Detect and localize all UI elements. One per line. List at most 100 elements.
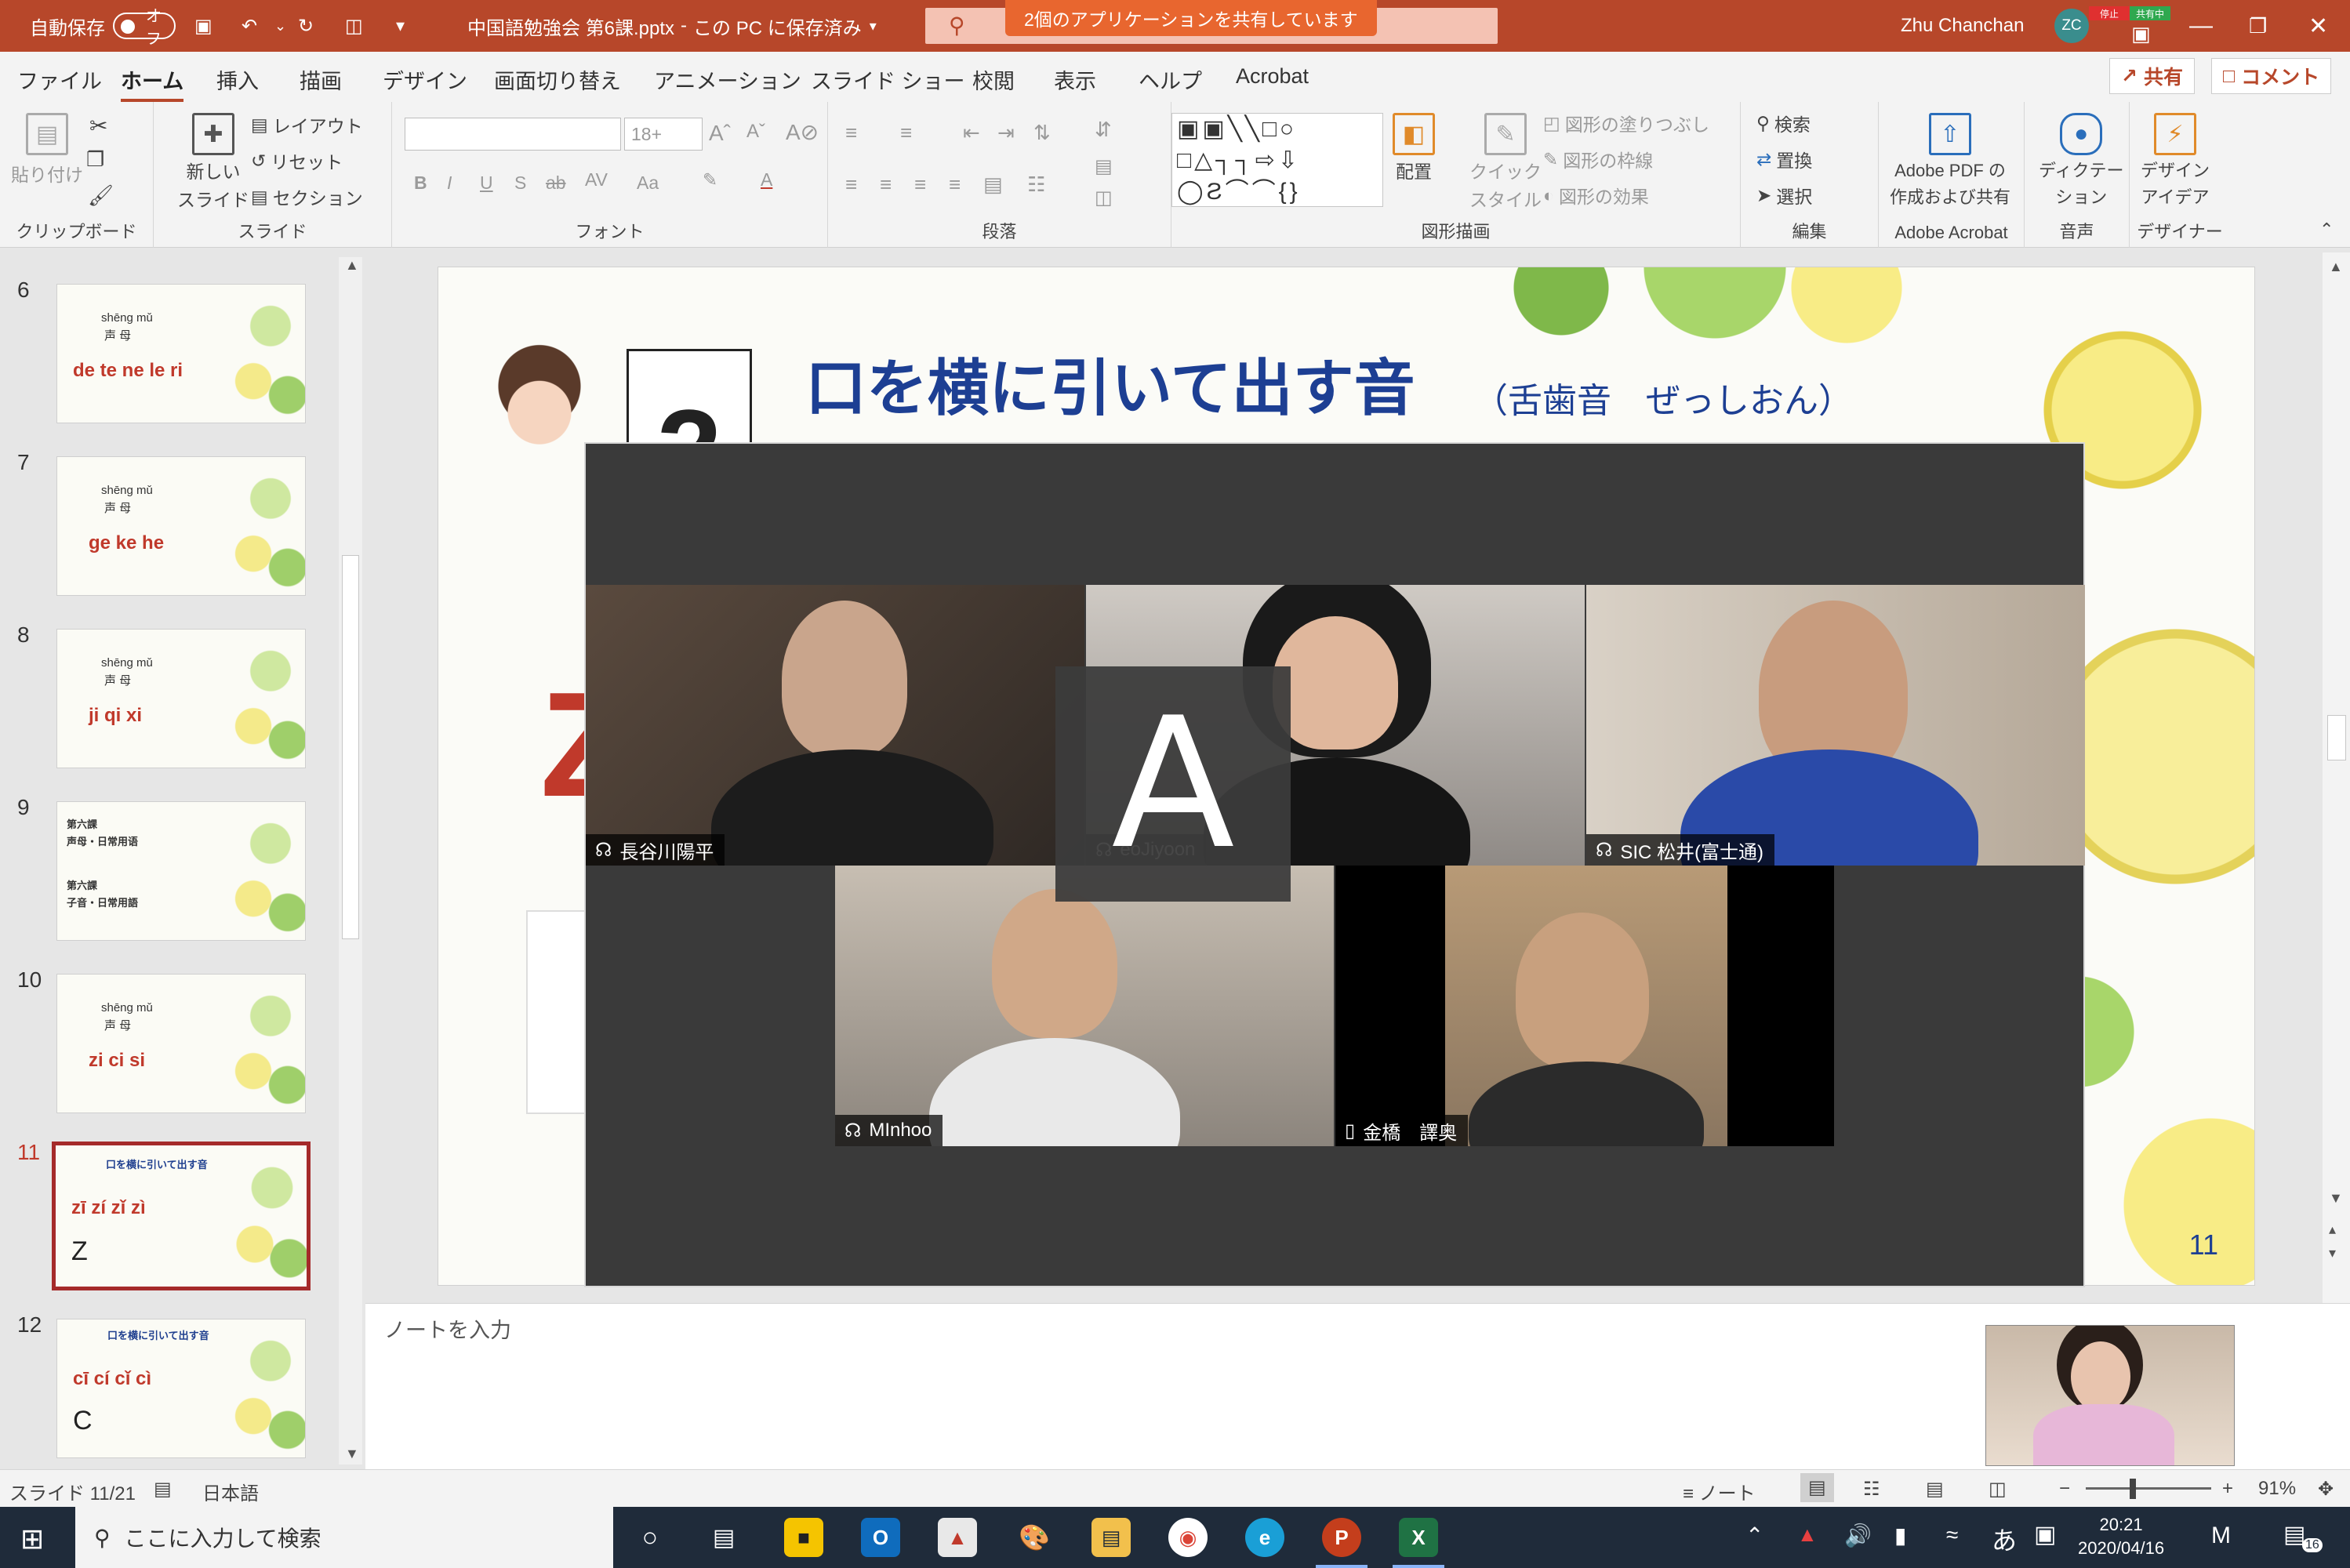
font-size-combo[interactable]: 18+ [624,118,703,151]
redo-icon[interactable]: ↻ [298,0,314,52]
slide-sorter-icon[interactable]: ☷ [1863,1478,1880,1501]
tab-view[interactable]: 表示 [1054,64,1096,95]
scroll-up-icon[interactable]: ▲ [2329,259,2343,275]
font-color-icon[interactable]: A [761,169,772,191]
shape-effects-button[interactable]: ◐ 図形の効果 [1543,182,1649,209]
save-icon[interactable]: ▣ [194,0,212,52]
thumbnail-slide-9[interactable]: 第六課 声母・日常用语 第六課 子音・日常用語 [56,801,306,941]
cut-icon[interactable]: ✂ [89,113,107,139]
ime-pad-icon[interactable]: ▣ [2034,1521,2056,1548]
prev-slide-icon[interactable]: ▴ [2329,1221,2336,1238]
video-tile[interactable]: ▯ 金橋 譯奥 [1335,866,1834,1146]
video-tile[interactable]: ☊ SIC 松井(富士通) [1586,585,2085,866]
design-ideas-button[interactable]: ⚡ デザイン アイデア [2141,113,2210,209]
document-title-area[interactable]: 中国語勉強会 第6課.pptx - この PC に保存済み ▾ [467,0,877,52]
slide-scrollbar[interactable]: ▲ ▼ ▴ ▾ [2323,252,2350,1303]
reading-view-icon[interactable]: ▤ [1926,1478,1944,1501]
minimize-icon[interactable]: — [2189,0,2213,52]
tab-acrobat[interactable]: Acrobat [1236,64,1309,89]
numbering-icon[interactable]: ≡ [900,121,912,145]
autosave-toggle[interactable]: オフ [113,8,176,48]
tab-animations[interactable]: アニメーション [654,64,801,95]
paste-button[interactable]: ▤ 貼り付け [11,113,83,187]
zoom-in-icon[interactable]: + [2222,1478,2233,1500]
undo-icon[interactable]: ↶ [242,0,257,52]
font-grow-icon[interactable]: Aˆ [709,121,731,146]
align-right-icon[interactable]: ≡ [914,172,926,197]
windows-start-icon[interactable]: ⊞ [20,1523,44,1555]
present-icon[interactable]: ◫ [345,0,363,52]
customize-qat-icon[interactable]: ▾ [396,0,405,52]
taskbar-search[interactable]: ⚲ ここに入力して検索 [75,1507,613,1568]
collapse-ribbon-icon[interactable]: ⌃ [2319,220,2334,240]
italic-icon[interactable]: I [447,172,452,194]
scroll-down-icon[interactable]: ▼ [2329,1190,2343,1207]
shape-outline-button[interactable]: ✎ 図形の枠線 [1543,146,1653,172]
clock[interactable]: 20:21 2020/04/16 [2078,1513,2164,1560]
tab-slideshow[interactable]: スライド ショー [811,64,965,95]
text-direction-icon[interactable]: ⇵ [1095,118,1112,142]
restore-icon[interactable]: ❐ [2249,0,2267,52]
distribute-icon[interactable]: ▤ [983,172,1003,197]
wifi-icon[interactable]: ≈ [1946,1523,1958,1548]
highlight-icon[interactable]: ✎ [703,169,717,191]
spellcheck-icon[interactable]: ▤ [154,1478,172,1501]
zoom-slider-knob[interactable] [2130,1479,2136,1499]
video-conference-window[interactable]: ☊長谷川陽平 ☊eoJiyoon ☊SIC 松井(富士通) ☊MInhoo ▯金… [584,442,2085,1287]
bold-icon[interactable]: B [414,172,427,194]
user-name[interactable]: Zhu Chanchan [1901,0,2024,52]
clear-format-icon[interactable]: A⊘ [786,119,819,145]
edge-icon[interactable]: e [1245,1518,1284,1557]
outlook-icon[interactable]: O [861,1518,900,1557]
task-view-icon[interactable]: ▤ [704,1518,743,1557]
notes-placeholder[interactable]: ノートを入力 [384,1313,511,1344]
tab-design[interactable]: デザイン [383,64,467,95]
show-hidden-icons[interactable]: ⌃ [1745,1523,1763,1548]
scroll-up-icon[interactable]: ▲ [345,257,359,274]
change-case-icon[interactable]: Aa [637,172,659,194]
tab-help[interactable]: ヘルプ [1139,64,1202,95]
zoom-level[interactable]: 91% [2258,1478,2296,1500]
thumbnail-slide-8[interactable]: shēng mǔ 声 母 ji qi xi [56,629,306,768]
screen-share-avatar[interactable]: A [1055,666,1291,902]
tray-app-icon[interactable]: ▲ [1797,1523,1818,1547]
file-explorer-icon[interactable]: ▤ [1091,1518,1131,1557]
app-icon[interactable]: ▲ [938,1518,977,1557]
char-spacing-icon[interactable]: AV [585,169,608,191]
undo-dropdown-icon[interactable]: ⌄ [274,0,286,52]
share-button[interactable]: ↗ 共有 [2109,58,2195,94]
find-button[interactable]: ⚲ 検索 [1756,110,1811,136]
thumbnail-scrollbar[interactable]: ▲ ▼ [339,257,362,1465]
slideshow-icon[interactable]: ◫ [1989,1478,2007,1501]
underline-icon[interactable]: U [480,172,493,194]
avatar-wrap[interactable]: ZC [2054,0,2089,52]
slide-subtitle[interactable]: （舌歯音 ぜっしおん） [1473,372,1853,423]
tab-draw[interactable]: 描画 [300,64,342,95]
indent-decrease-icon[interactable]: ⇤ [963,121,980,145]
close-icon[interactable]: ✕ [2308,0,2328,52]
normal-view-icon[interactable]: ▤ [1800,1473,1834,1502]
tab-transitions[interactable]: 画面切り替え [494,64,621,95]
fit-slide-icon[interactable]: ✥ [2318,1478,2334,1501]
align-text-icon[interactable]: ▤ [1095,155,1113,178]
meet-now-icon[interactable]: M [2211,1523,2231,1549]
columns-icon[interactable]: ☷ [1027,172,1045,197]
align-center-icon[interactable]: ≡ [880,172,892,197]
align-left-icon[interactable]: ≡ [845,172,857,197]
volume-icon[interactable]: 🔊 [1844,1523,1872,1548]
thumbnail-scroll-thumb[interactable] [342,555,359,939]
sticky-notes-icon[interactable]: ■ [784,1518,823,1557]
zoom-out-icon[interactable]: − [2059,1478,2070,1500]
stop-badge[interactable]: 停止 [2089,6,2130,20]
new-slide-button[interactable]: ✚ 新しい スライド [177,113,249,212]
reset-button[interactable]: ↺ リセット [251,147,343,174]
copy-icon[interactable]: ❐ [86,147,104,172]
smartart-icon[interactable]: ◫ [1095,187,1113,209]
font-shrink-icon[interactable]: Aˇ [746,121,765,143]
cortana-icon[interactable]: ○ [630,1518,670,1557]
select-button[interactable]: ➤ 選択 [1756,182,1812,209]
notes-toggle[interactable]: ≡ ノート [1683,1478,1756,1505]
zoom-slider[interactable] [2086,1479,2211,1499]
excel-icon[interactable]: X [1393,1518,1444,1568]
comment-button[interactable]: □ コメント [2211,58,2332,94]
